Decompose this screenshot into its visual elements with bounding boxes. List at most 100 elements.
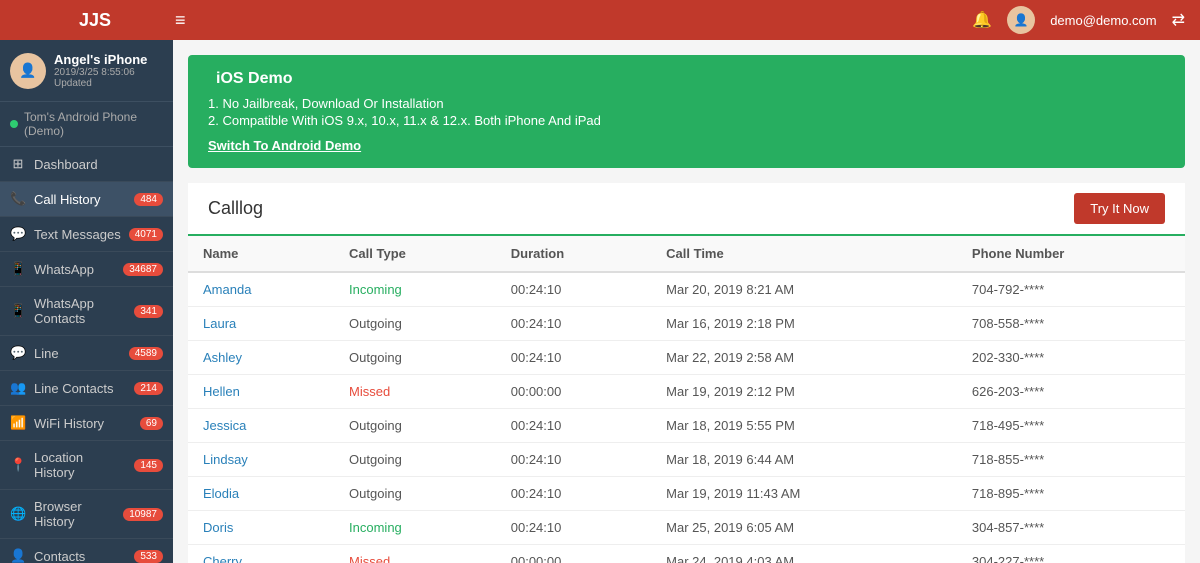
switch-to-android-link[interactable]: Switch To Android Demo xyxy=(208,138,361,153)
ios-point-2: 2. Compatible With iOS 9.x, 10.x, 11.x &… xyxy=(208,113,1165,128)
cell-call-type: Outgoing xyxy=(334,341,496,375)
sidebar-item-text-messages[interactable]: 💬 Text Messages 4071 xyxy=(0,217,173,252)
calllog-header: Calllog Try It Now xyxy=(188,183,1185,236)
calllog-title: Calllog xyxy=(208,198,263,219)
profile-name: Angel's iPhone xyxy=(54,52,163,67)
cell-phone: 304-857-**** xyxy=(957,511,1185,545)
col-name: Name xyxy=(188,236,334,272)
cell-duration: 00:24:10 xyxy=(496,272,651,307)
table-row: Jessica Outgoing 00:24:10 Mar 18, 2019 5… xyxy=(188,409,1185,443)
sidebar-item-contacts[interactable]: 👤 Contacts 533 xyxy=(0,539,173,563)
sidebar-badge-line-contacts: 214 xyxy=(134,382,163,395)
cell-call-type: Missed xyxy=(334,375,496,409)
cell-phone: 304-227-**** xyxy=(957,545,1185,563)
table-header: NameCall TypeDurationCall TimePhone Numb… xyxy=(188,236,1185,272)
ios-point-1: 1. No Jailbreak, Download Or Installatio… xyxy=(208,96,1165,111)
sidebar-label-whatsapp-contacts: WhatsApp Contacts xyxy=(34,296,126,326)
calllog-table: NameCall TypeDurationCall TimePhone Numb… xyxy=(188,236,1185,563)
col-duration: Duration xyxy=(496,236,651,272)
browser-history-icon: 🌐 xyxy=(10,506,26,522)
table-row: Laura Outgoing 00:24:10 Mar 16, 2019 2:1… xyxy=(188,307,1185,341)
sidebar-badge-whatsapp-contacts: 341 xyxy=(134,305,163,318)
cell-call-time: Mar 20, 2019 8:21 AM xyxy=(651,272,957,307)
cell-duration: 00:24:10 xyxy=(496,409,651,443)
call-history-icon: 📞 xyxy=(10,191,26,207)
table-header-row: NameCall TypeDurationCall TimePhone Numb… xyxy=(188,236,1185,272)
wifi-history-icon: 📶 xyxy=(10,415,26,431)
cell-phone: 708-558-**** xyxy=(957,307,1185,341)
cell-call-type: Incoming xyxy=(334,511,496,545)
cell-phone: 718-855-**** xyxy=(957,443,1185,477)
cell-call-time: Mar 19, 2019 11:43 AM xyxy=(651,477,957,511)
line-contacts-icon: 👥 xyxy=(10,380,26,396)
sidebar-badge-whatsapp: 34687 xyxy=(123,263,163,276)
sidebar-label-line-contacts: Line Contacts xyxy=(34,381,126,396)
device-label: Tom's Android Phone (Demo) xyxy=(24,110,163,138)
avatar: 👤 xyxy=(10,53,46,89)
cell-duration: 00:24:10 xyxy=(496,341,651,375)
table-body: Amanda Incoming 00:24:10 Mar 20, 2019 8:… xyxy=(188,272,1185,563)
sidebar-item-location-history[interactable]: 📍 Location History 145 xyxy=(0,441,173,490)
table-row: Amanda Incoming 00:24:10 Mar 20, 2019 8:… xyxy=(188,272,1185,307)
device-status-dot xyxy=(10,120,18,128)
bell-icon[interactable]: 🔔 xyxy=(972,10,992,30)
sidebar-item-line[interactable]: 💬 Line 4589 xyxy=(0,336,173,371)
sidebar-badge-line: 4589 xyxy=(129,347,163,360)
cell-name: Lindsay xyxy=(188,443,334,477)
sidebar-label-text-messages: Text Messages xyxy=(34,227,121,242)
cell-call-time: Mar 19, 2019 2:12 PM xyxy=(651,375,957,409)
cell-duration: 00:24:10 xyxy=(496,477,651,511)
cell-call-time: Mar 18, 2019 6:44 AM xyxy=(651,443,957,477)
cell-duration: 00:24:10 xyxy=(496,307,651,341)
sidebar-item-whatsapp[interactable]: 📱 WhatsApp 34687 xyxy=(0,252,173,287)
sidebar-badge-wifi-history: 69 xyxy=(140,417,163,430)
cell-call-type: Outgoing xyxy=(334,409,496,443)
hamburger-icon[interactable]: ≡ xyxy=(175,10,186,31)
sidebar-item-browser-history[interactable]: 🌐 Browser History 10987 xyxy=(0,490,173,539)
sidebar-badge-contacts: 533 xyxy=(134,550,163,563)
main-content: iOS Demo 1. No Jailbreak, Download Or In… xyxy=(173,40,1200,563)
sidebar-device[interactable]: Tom's Android Phone (Demo) xyxy=(0,102,173,147)
sidebar-item-wifi-history[interactable]: 📶 WiFi History 69 xyxy=(0,406,173,441)
col-call-time: Call Time xyxy=(651,236,957,272)
sidebar-label-contacts: Contacts xyxy=(34,549,126,563)
cell-name: Jessica xyxy=(188,409,334,443)
profile-info: Angel's iPhone 2019/3/25 8:55:06 Updated xyxy=(54,52,163,89)
cell-duration: 00:24:10 xyxy=(496,511,651,545)
cell-name: Hellen xyxy=(188,375,334,409)
cell-duration: 00:24:10 xyxy=(496,443,651,477)
cell-name: Doris xyxy=(188,511,334,545)
sidebar-badge-text-messages: 4071 xyxy=(129,228,163,241)
try-it-now-button[interactable]: Try It Now xyxy=(1074,193,1165,224)
sidebar-items: ⊞ Dashboard 📞 Call History 484 💬 Text Me… xyxy=(0,147,173,563)
whatsapp-contacts-icon: 📱 xyxy=(10,303,26,319)
sidebar-item-line-contacts[interactable]: 👥 Line Contacts 214 xyxy=(0,371,173,406)
sidebar-item-call-history[interactable]: 📞 Call History 484 xyxy=(0,182,173,217)
sidebar-item-dashboard[interactable]: ⊞ Dashboard xyxy=(0,147,173,182)
cell-call-time: Mar 24, 2019 4:03 AM xyxy=(651,545,957,563)
sidebar-label-wifi-history: WiFi History xyxy=(34,416,132,431)
cell-call-type: Outgoing xyxy=(334,307,496,341)
layout: 👤 Angel's iPhone 2019/3/25 8:55:06 Updat… xyxy=(0,40,1200,563)
calllog-table-container: NameCall TypeDurationCall TimePhone Numb… xyxy=(188,236,1185,563)
topbar-email: demo@demo.com xyxy=(1050,13,1156,28)
sidebar-label-call-history: Call History xyxy=(34,192,126,207)
ios-banner-title: iOS Demo xyxy=(208,70,1165,88)
sidebar-item-whatsapp-contacts[interactable]: 📱 WhatsApp Contacts 341 xyxy=(0,287,173,336)
cell-call-time: Mar 16, 2019 2:18 PM xyxy=(651,307,957,341)
avatar: 👤 xyxy=(1007,6,1035,34)
sidebar-label-dashboard: Dashboard xyxy=(34,157,163,172)
cell-call-type: Incoming xyxy=(334,272,496,307)
line-icon: 💬 xyxy=(10,345,26,361)
sidebar-label-browser-history: Browser History xyxy=(34,499,115,529)
cell-call-type: Missed xyxy=(334,545,496,563)
topbar: JJS ≡ 🔔 👤 demo@demo.com ⇄ xyxy=(0,0,1200,40)
cell-call-type: Outgoing xyxy=(334,443,496,477)
sidebar-label-location-history: Location History xyxy=(34,450,126,480)
table-row: Elodia Outgoing 00:24:10 Mar 19, 2019 11… xyxy=(188,477,1185,511)
cell-duration: 00:00:00 xyxy=(496,375,651,409)
sidebar-label-whatsapp: WhatsApp xyxy=(34,262,115,277)
share-icon[interactable]: ⇄ xyxy=(1172,10,1185,30)
cell-phone: 202-330-**** xyxy=(957,341,1185,375)
ios-banner: iOS Demo 1. No Jailbreak, Download Or In… xyxy=(188,55,1185,168)
